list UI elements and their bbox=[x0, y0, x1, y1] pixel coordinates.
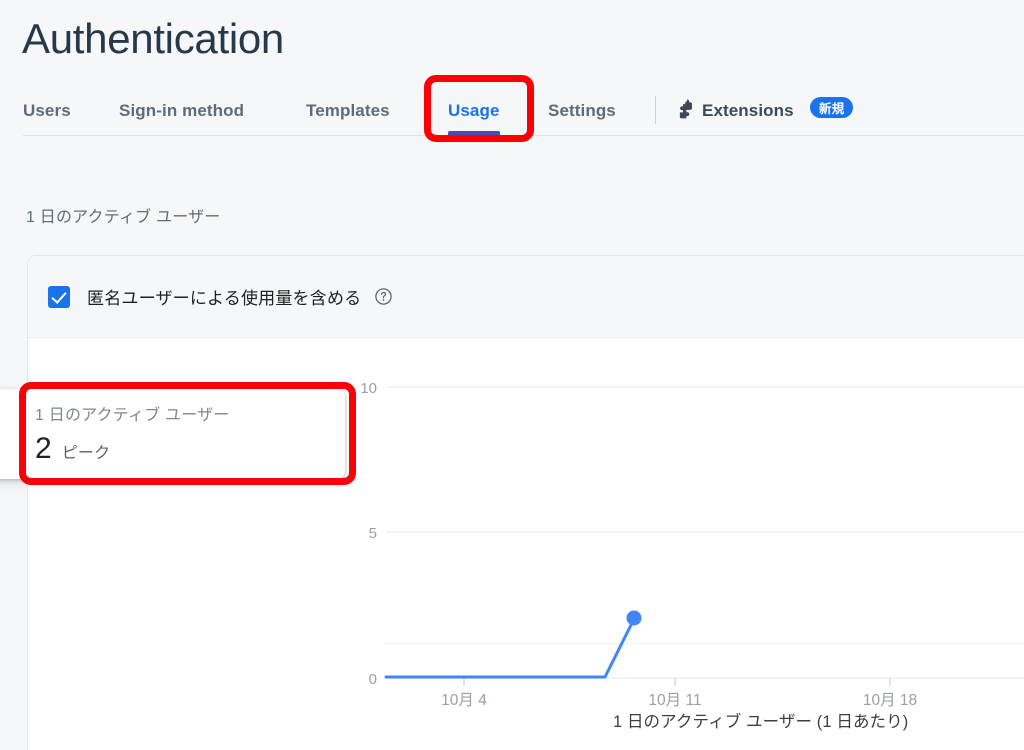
tab-extensions-label: Extensions bbox=[702, 100, 794, 120]
extension-puzzle-icon bbox=[674, 99, 696, 121]
tab-extensions[interactable]: Extensions bbox=[702, 86, 794, 135]
peak-stat-card: 1 日のアクティブ ユーザー 2 ピーク bbox=[0, 389, 345, 479]
tab-group-divider bbox=[655, 96, 656, 124]
peak-stat-row: 2 ピーク bbox=[35, 432, 345, 466]
peak-stat-unit: ピーク bbox=[61, 445, 111, 462]
tab-settings[interactable]: Settings bbox=[548, 86, 616, 135]
tab-templates[interactable]: Templates bbox=[306, 86, 390, 135]
page-title: Authentication bbox=[22, 15, 284, 62]
include-anonymous-users-label: 匿名ユーザーによる使用量を含める bbox=[87, 289, 362, 308]
tab-usage[interactable]: Usage bbox=[448, 86, 500, 135]
peak-stat-value: 2 bbox=[35, 432, 52, 465]
include-anonymous-users-checkbox[interactable] bbox=[48, 285, 70, 308]
extensions-new-badge: 新規 bbox=[810, 97, 854, 118]
tab-users[interactable]: Users bbox=[23, 86, 71, 135]
chart-x-axis-title: 1 日のアクティブ ユーザー (1 日あたり) bbox=[613, 713, 909, 731]
tab-settings-label: Settings bbox=[548, 100, 616, 120]
tab-bar-divider-line bbox=[23, 135, 1024, 136]
tab-sign-in-method-label: Sign-in method bbox=[119, 100, 245, 120]
tab-users-label: Users bbox=[23, 100, 71, 120]
active-tab-underline bbox=[448, 131, 500, 135]
tab-bar: Users Sign-in method Templates Usage Set… bbox=[0, 86, 1024, 136]
tab-templates-label: Templates bbox=[306, 100, 390, 120]
card-header: 匿名ユーザーによる使用量を含める bbox=[28, 256, 1024, 338]
help-circle-icon[interactable] bbox=[374, 287, 393, 306]
peak-stat-title: 1 日のアクティブ ユーザー bbox=[35, 407, 230, 424]
section-heading-daily-active-users: 1 日のアクティブ ユーザー bbox=[26, 209, 221, 226]
tab-usage-label: Usage bbox=[448, 100, 500, 120]
tab-sign-in-method[interactable]: Sign-in method bbox=[119, 86, 244, 135]
usage-chart-card: 匿名ユーザーによる使用量を含める bbox=[27, 255, 1024, 750]
